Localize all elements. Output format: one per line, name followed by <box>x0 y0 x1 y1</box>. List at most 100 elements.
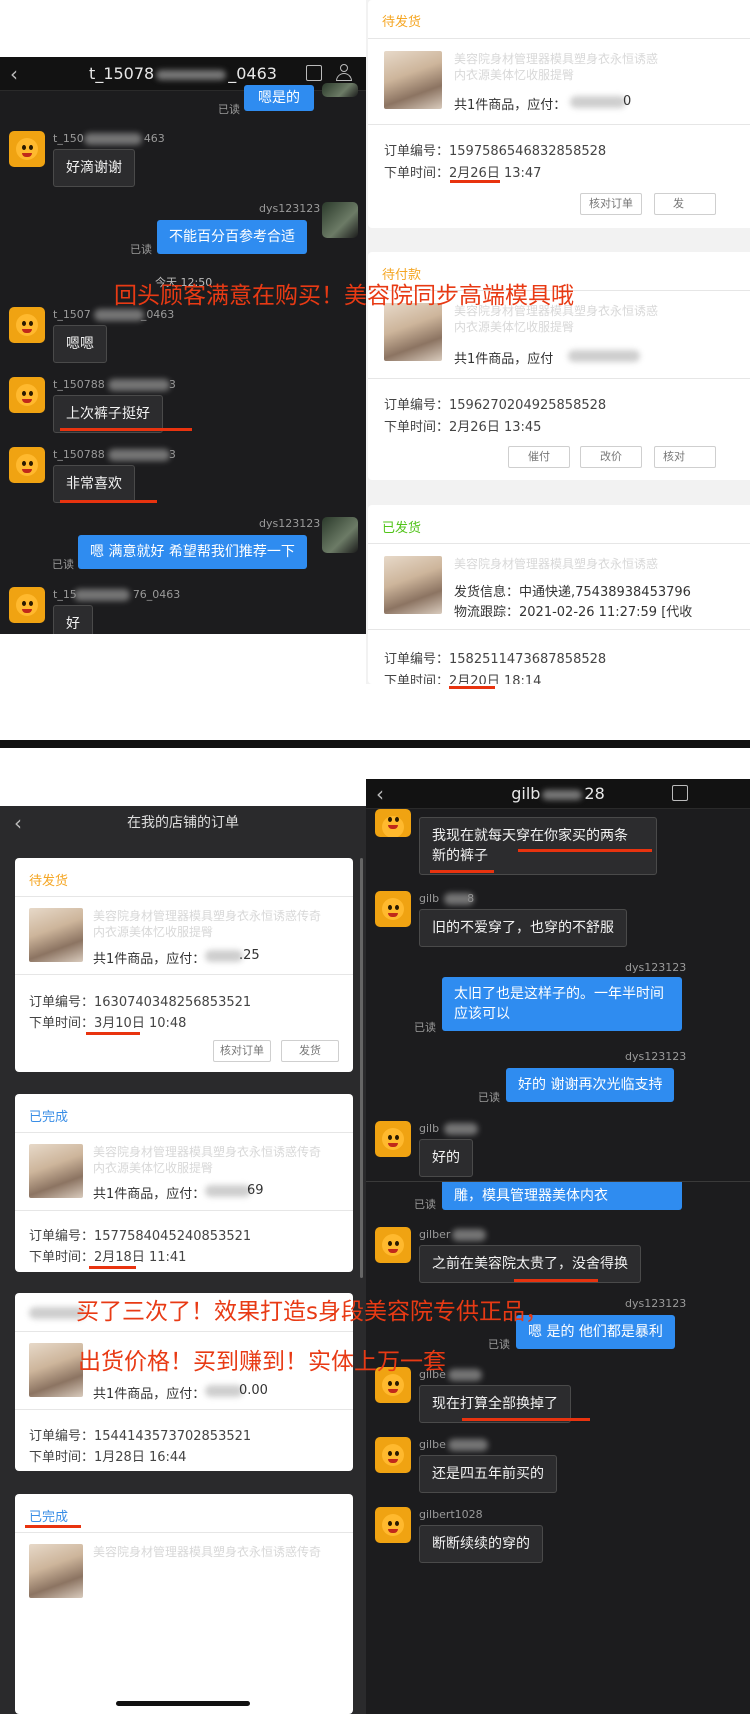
shop-orders-panel: ‹ 在我的店铺的订单 待发货 美容院身材管理器模具塑身衣永恒诱惑传奇 内衣源美体… <box>0 806 366 1714</box>
order-status: 已发货 <box>382 521 422 536</box>
product-title: 美容院身材管理器模具塑身衣永恒诱惑传奇 <box>93 909 322 923</box>
read-receipt: 已读 <box>478 1091 500 1104</box>
order-number: 订单编号：1544143573702853521 <box>29 1429 252 1444</box>
order-quantity: 共1件商品，应付： <box>93 952 206 967</box>
chat-panel-bottom: ‹ gilb28 我现在就每天穿在你家买的两条新的裤子 gilb8 旧的不爱穿了… <box>366 779 750 1714</box>
chat-bubble-received: 旧的不爱穿了，也穿的不舒服 <box>419 909 627 947</box>
scrollbar[interactable] <box>360 858 363 1278</box>
order-number: 订单编号：1577584045240853521 <box>29 1229 252 1244</box>
highlight-underline <box>430 870 494 873</box>
chat-bubble-received: 好 <box>53 605 93 634</box>
order-time: 下单时间：2月26日 13:45 <box>384 420 542 435</box>
chat-panel-top: ‹ t_15078 _0463 已读 嗯是的 t_150 463 好滴谢谢 dys1… <box>0 57 366 634</box>
product-thumbnail[interactable] <box>29 1544 83 1598</box>
page-title: 在我的店铺的订单 <box>127 815 239 831</box>
highlight-underline <box>518 849 652 852</box>
chat-title: t_15078 _0463 <box>89 64 277 83</box>
avatar <box>9 587 45 623</box>
product-title: 美容院身材管理器模具塑身衣永恒诱惑 <box>454 52 659 66</box>
checkbox-icon[interactable] <box>306 65 322 81</box>
order-price-suffix: 0.00 <box>239 1383 268 1398</box>
product-title: 美容院身材管理器模具塑身衣永恒诱惑 <box>454 557 659 571</box>
avatar <box>322 202 358 238</box>
avatar <box>375 1507 411 1543</box>
highlight-underline <box>86 1032 140 1035</box>
chat-bubble-received: 我现在就每天穿在你家买的两条 新的裤子 <box>419 817 657 875</box>
ship-button[interactable]: 发 <box>654 193 716 215</box>
read-receipt: 已读 <box>52 558 74 571</box>
order-status: 待发货 <box>382 15 422 30</box>
chat-bubble-received: 嗯嗯 <box>53 325 107 363</box>
order-number: 订单编号：1582511473687858528 <box>384 652 607 667</box>
change-price-button[interactable]: 改价 <box>580 446 642 468</box>
avatar <box>375 1121 411 1157</box>
redaction <box>448 1439 488 1451</box>
product-thumbnail[interactable] <box>29 1144 83 1198</box>
order-number: 订单编号：1630740348256853521 <box>29 995 252 1010</box>
redaction <box>205 1385 243 1397</box>
redaction <box>94 309 144 321</box>
check-order-button[interactable]: 核对 <box>654 446 716 468</box>
back-chevron-icon[interactable]: ‹ <box>376 779 384 809</box>
orders-panel-top: 待发货 美容院身材管理器模具塑身衣永恒诱惑 内衣源美体忆收服提臀 共1件商品，应… <box>366 0 750 684</box>
product-thumbnail[interactable] <box>384 51 442 109</box>
read-receipt: 已读 <box>414 1021 436 1034</box>
redaction <box>205 1185 251 1197</box>
chat-bubble-received: 之前在美容院太贵了，没舍得换 <box>419 1245 641 1283</box>
redaction <box>84 133 142 145</box>
chat-bubble-sent: 不能百分百参考合适 <box>157 220 307 254</box>
read-receipt: 已读 <box>488 1338 510 1351</box>
chat-bubble-received: 非常喜欢 <box>53 465 135 503</box>
avatar <box>375 1437 411 1473</box>
order-card[interactable]: 已完成 美容院身材管理器模具塑身衣永恒诱惑传奇 内衣源美体忆收服提臀 共1件商品… <box>15 1094 353 1272</box>
back-chevron-icon[interactable]: ‹ <box>10 57 18 91</box>
remind-payment-button[interactable]: 催付 <box>508 446 570 468</box>
order-card[interactable]: 待发货 美容院身材管理器模具塑身衣永恒诱惑 内衣源美体忆收服提臀 共1件商品，应… <box>368 0 750 228</box>
order-quantity: 共1件商品，应付 <box>454 352 554 367</box>
order-card[interactable]: 已发货 美容院身材管理器模具塑身衣永恒诱惑 发货信息：中通快递,75438938… <box>368 505 750 684</box>
order-time: 下单时间：3月10日 10:48 <box>29 1016 187 1031</box>
product-subtitle: 内衣源美体忆收服提臀 <box>93 1161 214 1175</box>
product-thumbnail[interactable] <box>29 908 83 962</box>
highlight-underline <box>450 180 500 183</box>
product-title: 美容院身材管理器模具塑身衣永恒诱惑传奇 <box>93 1145 322 1159</box>
order-status: 已完成 <box>29 1110 69 1125</box>
redaction <box>568 350 640 362</box>
order-card[interactable]: 已完成 美容院身材管理器模具塑身衣永恒诱惑传奇 <box>15 1494 353 1714</box>
shipping-info: 发货信息：中通快递,75438938453796 <box>454 585 691 600</box>
order-card[interactable]: 待发货 美容院身材管理器模具塑身衣永恒诱惑传奇 内衣源美体忆收服提臀 共1件商品… <box>15 858 353 1072</box>
order-time: 下单时间：2月26日 13:47 <box>384 166 542 181</box>
product-thumbnail[interactable] <box>384 556 442 614</box>
home-indicator[interactable] <box>116 1701 250 1706</box>
chat-bubble-sent: 嗯 满意就好 希望帮我们推荐一下 <box>78 535 307 569</box>
user-icon[interactable] <box>336 64 352 82</box>
order-number: 订单编号：1596270204925858528 <box>384 398 607 413</box>
product-thumbnail[interactable] <box>29 1343 83 1397</box>
highlight-underline <box>514 1279 598 1282</box>
checkbox-icon[interactable] <box>672 785 688 801</box>
redaction <box>570 96 626 108</box>
chat-bubble-sent: 雕，模具管理器美体内衣 <box>442 1182 682 1210</box>
avatar <box>375 809 411 837</box>
redaction <box>452 1229 486 1241</box>
back-chevron-icon[interactable]: ‹ <box>14 806 22 840</box>
highlight-underline <box>60 500 157 503</box>
order-time: 下单时间：1月28日 16:44 <box>29 1450 187 1465</box>
read-receipt: 已读 <box>218 103 240 116</box>
highlight-underline <box>462 1418 590 1421</box>
avatar <box>9 307 45 343</box>
shop-orders-header: ‹ 在我的店铺的订单 <box>0 806 366 840</box>
order-price-suffix: .25 <box>239 948 260 963</box>
product-thumbnail[interactable] <box>384 303 442 361</box>
check-order-button[interactable]: 核对订单 <box>580 193 642 215</box>
order-time: 下单时间：2月20日 18:14 <box>384 674 542 684</box>
order-price-suffix: 0 <box>623 94 632 109</box>
chat-bubble-sent: 好的 谢谢再次光临支持 <box>506 1068 675 1102</box>
order-status: 已完成 <box>29 1510 69 1525</box>
tracking-info: 物流跟踪：2021-02-26 11:27:59 [代收 <box>454 605 693 620</box>
product-title: 美容院身材管理器模具塑身衣永恒诱惑传奇 <box>93 1545 322 1559</box>
ship-button[interactable]: 发货 <box>281 1040 339 1062</box>
check-order-button[interactable]: 核对订单 <box>213 1040 271 1062</box>
sender-name: gilb <box>419 1122 440 1135</box>
redaction <box>444 1123 478 1135</box>
